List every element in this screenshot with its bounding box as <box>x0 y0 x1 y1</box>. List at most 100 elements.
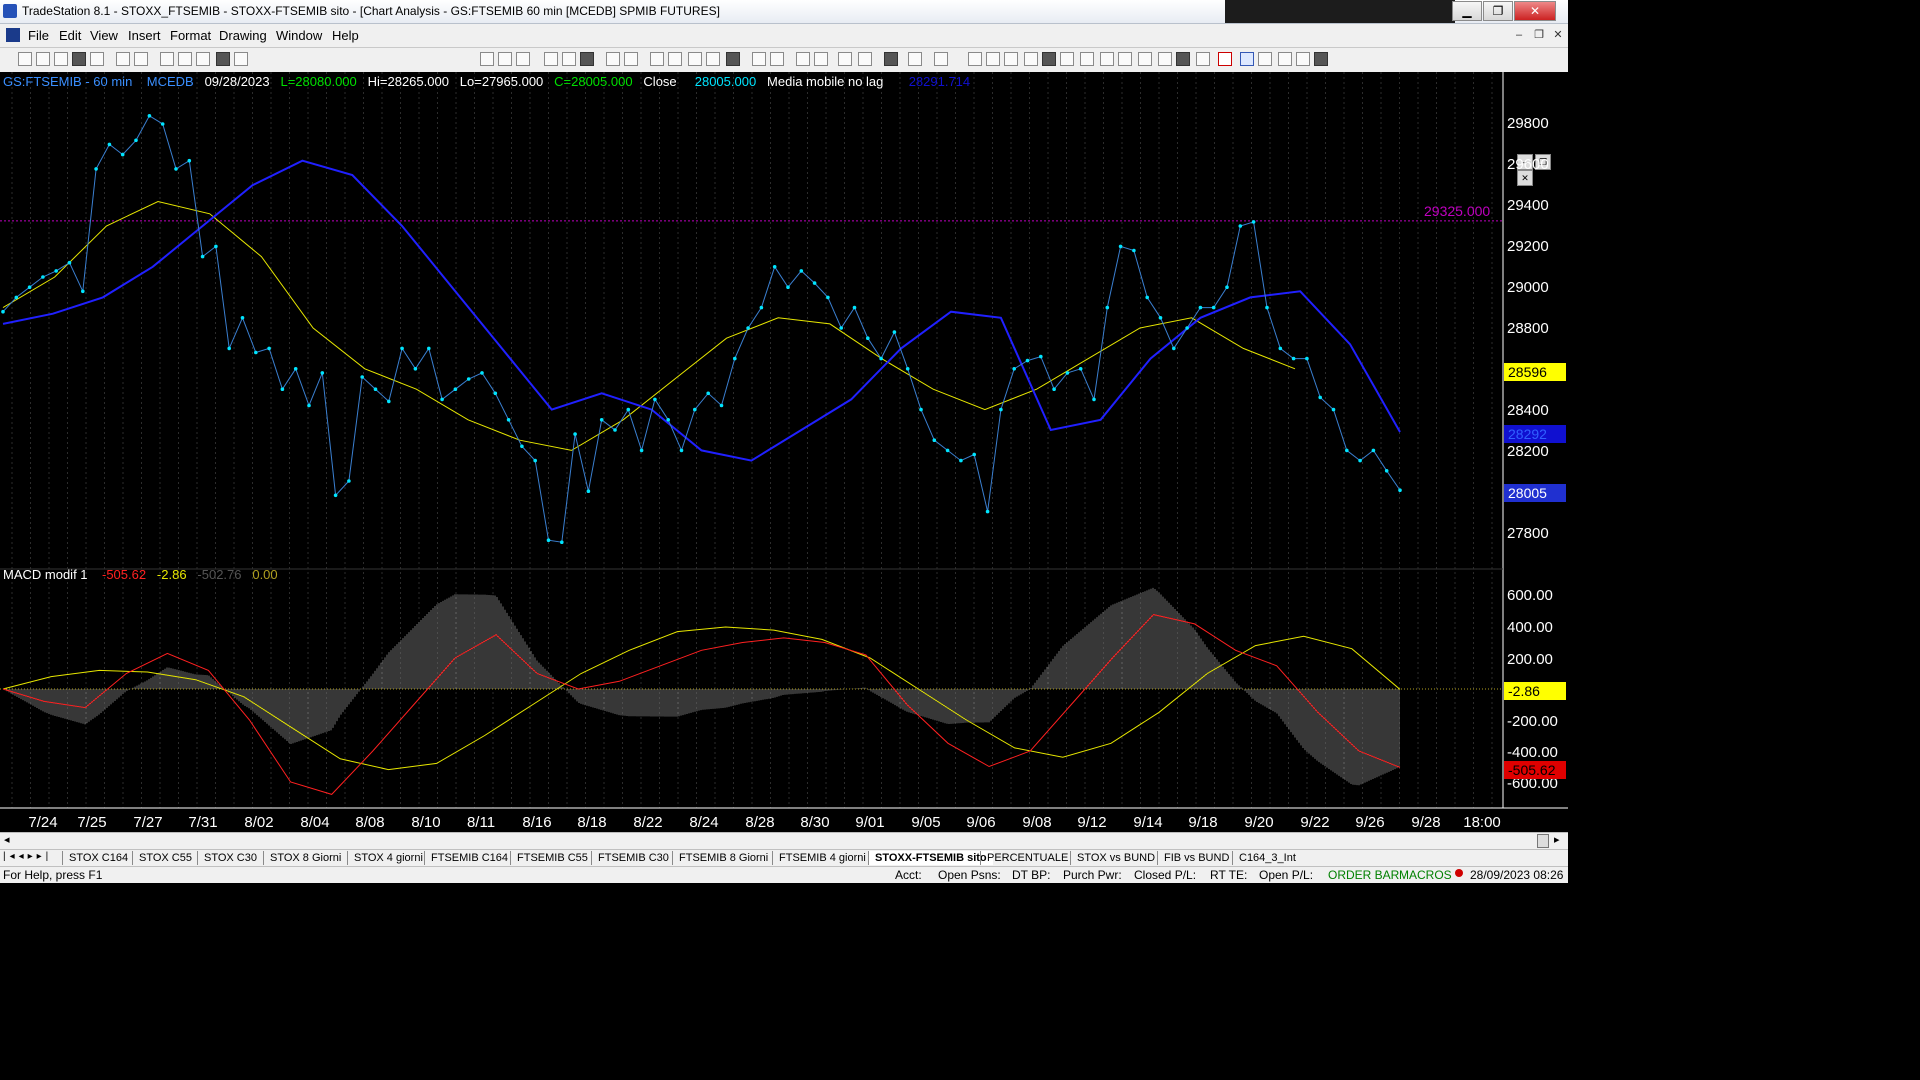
scroll-thumb[interactable] <box>1537 834 1549 848</box>
channel-icon[interactable] <box>1042 52 1056 66</box>
arrow-down-icon[interactable] <box>1218 52 1232 66</box>
print-preview-icon[interactable] <box>134 52 148 66</box>
menu-drawing[interactable]: Drawing <box>219 28 267 43</box>
copy-icon[interactable] <box>72 52 86 66</box>
cursor-icon[interactable] <box>814 52 828 66</box>
globe-icon[interactable] <box>234 52 248 66</box>
window-icon[interactable] <box>498 52 512 66</box>
paste-icon[interactable] <box>90 52 104 66</box>
tab-ftsemib-c55[interactable]: FTSEMIB C55 <box>510 851 594 865</box>
mdi-restore-button[interactable]: ❐ <box>1531 27 1547 43</box>
price-point <box>1318 395 1322 400</box>
low-label: Lo=27965.000 <box>459 74 544 89</box>
mdi-minimize-button[interactable]: – <box>1511 27 1527 43</box>
vlines-icon[interactable] <box>1004 52 1018 66</box>
status-open-psns: Open Psns: <box>938 868 1001 882</box>
menu-format[interactable]: Format <box>170 28 211 43</box>
gann-icon[interactable] <box>1080 52 1094 66</box>
chart-icon[interactable] <box>160 52 174 66</box>
zoom-in-icon[interactable] <box>770 52 784 66</box>
tab-percentuale[interactable]: PERCENTUALE <box>980 851 1074 865</box>
tab-stox-c30[interactable]: STOX C30 <box>197 851 263 865</box>
tab-nav-arrows-icon[interactable]: |◂◂▸▸| <box>3 851 52 862</box>
move-icon[interactable] <box>752 52 766 66</box>
chart-canvas[interactable] <box>0 72 1568 833</box>
line-draw-icon[interactable] <box>1138 52 1152 66</box>
hand-icon[interactable] <box>908 52 922 66</box>
cycle-icon[interactable] <box>1176 52 1190 66</box>
menu-edit[interactable]: Edit <box>59 28 81 43</box>
tools-icon[interactable] <box>884 52 898 66</box>
line-icon[interactable] <box>726 52 740 66</box>
horizontal-scrollbar[interactable]: ◂ ▸ <box>0 832 1568 849</box>
text-icon[interactable] <box>1296 52 1310 66</box>
data-icon[interactable] <box>706 52 720 66</box>
tab-stox-4-giorni[interactable]: STOX 4 giorni <box>347 851 429 865</box>
chart-area[interactable]: GS:FTSEMIB - 60 min MCEDB 09/28/2023 L=2… <box>0 72 1568 833</box>
mdi-close-button[interactable]: ✕ <box>1550 27 1566 43</box>
price-point <box>200 254 205 259</box>
close-button[interactable]: ✕ <box>1514 1 1556 21</box>
new-icon[interactable] <box>18 52 32 66</box>
menu-file[interactable]: File <box>28 28 49 43</box>
tab-ftsemib-8-giorni[interactable]: FTSEMIB 8 Giorni <box>672 851 774 865</box>
ellipse-icon[interactable] <box>1314 52 1328 66</box>
menu-help[interactable]: Help <box>332 28 359 43</box>
arrow-up-icon[interactable] <box>1240 52 1254 66</box>
pitch-icon[interactable] <box>1196 52 1210 66</box>
scan-icon[interactable] <box>216 52 230 66</box>
arrow-icon[interactable] <box>1118 52 1132 66</box>
minimize-button[interactable]: ▁ <box>1452 1 1482 21</box>
matrix-icon[interactable] <box>480 52 494 66</box>
select-icon[interactable] <box>858 52 872 66</box>
pointer-icon[interactable] <box>838 52 852 66</box>
print-icon[interactable] <box>116 52 130 66</box>
circle-icon[interactable] <box>1258 52 1272 66</box>
scroll-right-icon[interactable]: ▸ <box>1554 833 1560 846</box>
tab-ftsemib-c30[interactable]: FTSEMIB C30 <box>591 851 675 865</box>
tab-stoxx-ftsemib-sito[interactable]: STOXX-FTSEMIB sito <box>868 851 993 865</box>
rect-icon[interactable] <box>1278 52 1292 66</box>
save-icon[interactable] <box>54 52 68 66</box>
trend-icon[interactable] <box>968 52 982 66</box>
tab-fib-vs-bund[interactable]: FIB vs BUND <box>1157 851 1235 865</box>
price-point <box>1345 448 1349 453</box>
tab-stox-c55[interactable]: STOX C55 <box>132 851 198 865</box>
tab-stox-c164[interactable]: STOX C164 <box>62 851 134 865</box>
arc-icon[interactable] <box>1060 52 1074 66</box>
tab-stox-vs-bund[interactable]: STOX vs BUND <box>1070 851 1161 865</box>
menu-window[interactable]: Window <box>276 28 322 43</box>
menu-view[interactable]: View <box>90 28 118 43</box>
open-icon[interactable] <box>36 52 50 66</box>
tab-stox-8-giorni[interactable]: STOX 8 Giorni <box>263 851 347 865</box>
macd-axis-label: 600.00 <box>1507 587 1553 604</box>
scale-icon[interactable] <box>650 52 664 66</box>
hbars-icon[interactable] <box>986 52 1000 66</box>
ext-icon[interactable] <box>1100 52 1114 66</box>
price-point <box>413 367 418 371</box>
chart-window-icon[interactable] <box>6 28 20 42</box>
speed-icon[interactable] <box>1158 52 1172 66</box>
format-icon[interactable] <box>624 52 638 66</box>
zoom-out-icon[interactable] <box>796 52 810 66</box>
refresh-icon[interactable] <box>606 52 620 66</box>
grid-icon[interactable] <box>178 52 192 66</box>
order-bar-button[interactable]: ORDER BAR <box>1328 868 1399 882</box>
fib-icon[interactable] <box>1024 52 1038 66</box>
macros-button[interactable]: MACROS <box>1399 868 1452 882</box>
strategy-icon[interactable] <box>562 52 576 66</box>
analysis-icon[interactable] <box>580 52 594 66</box>
indicator-icon[interactable] <box>544 52 558 66</box>
window-titlebar: TradeStation 8.1 - STOXX_FTSEMIB - STOXX… <box>0 0 1568 24</box>
scroll-left-icon[interactable]: ◂ <box>4 833 10 846</box>
table-icon[interactable] <box>516 52 530 66</box>
restore-button[interactable]: ❐ <box>1483 1 1513 21</box>
bar-icon[interactable] <box>688 52 702 66</box>
tab-ftsemib-4-giorni[interactable]: FTSEMIB 4 giorni <box>772 851 872 865</box>
lock-icon[interactable] <box>196 52 210 66</box>
alert-icon[interactable] <box>934 52 948 66</box>
fast-icon[interactable] <box>668 52 682 66</box>
menu-insert[interactable]: Insert <box>128 28 161 43</box>
tab-c164-3-int[interactable]: C164_3_Int <box>1232 851 1302 865</box>
tab-ftsemib-c164[interactable]: FTSEMIB C164 <box>424 851 514 865</box>
